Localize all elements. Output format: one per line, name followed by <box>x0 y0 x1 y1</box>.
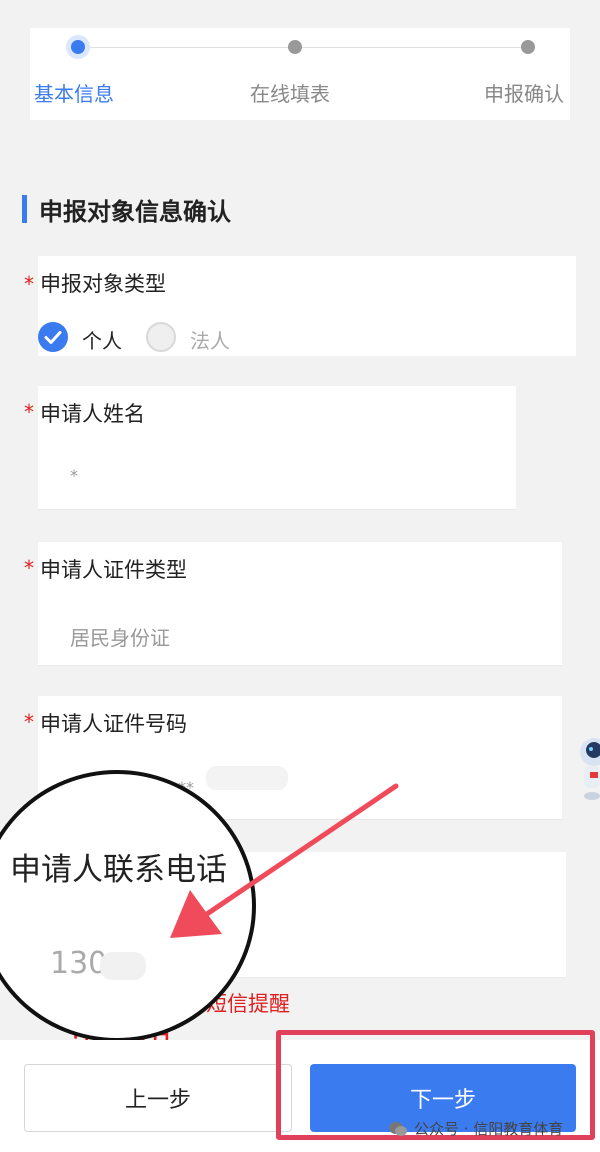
field-label: 申请人证件类型 <box>40 558 187 582</box>
wechat-icon <box>388 1121 408 1137</box>
watermark-text: 公众号 · 信阳教育体育 <box>414 1120 564 1138</box>
step-1-dot <box>71 40 85 54</box>
radio-legal-entity[interactable] <box>146 322 176 352</box>
section-title: 申报对象信息确认 <box>39 197 231 226</box>
field-applicant-type: 申报对象类型 个人 法人 <box>38 256 576 356</box>
field-label: 申报对象类型 <box>40 272 166 296</box>
robot-mascot-icon <box>580 738 600 800</box>
option-individual-label[interactable]: 个人 <box>82 325 122 354</box>
section-header: 申报对象信息确认 <box>22 193 231 226</box>
required-mark: * <box>24 272 34 296</box>
step-3-label: 申报确认 <box>484 82 564 106</box>
previous-step-button[interactable]: 上一步 <box>24 1064 292 1132</box>
step-2-label: 在线填表 <box>250 82 330 106</box>
step-2-dot <box>288 40 302 54</box>
stepper-line <box>78 47 528 48</box>
option-legal-entity-label[interactable]: 法人 <box>190 325 230 354</box>
red-arrow-annotation <box>170 783 399 938</box>
field-id-type: 申请人证件类型 居民身份证 <box>38 542 562 666</box>
watermark: 公众号 · 信阳教育体育 <box>388 1118 563 1139</box>
id-type-select[interactable]: 居民身份证 <box>70 622 170 651</box>
required-mark: * <box>24 710 34 734</box>
step-3-dot <box>521 40 535 54</box>
phone-number-value: 130 <box>50 946 108 981</box>
check-icon <box>44 331 62 344</box>
field-label: 申请人证件号码 <box>40 712 187 736</box>
applicant-name-input[interactable]: * <box>70 466 78 485</box>
field-applicant-name: 申请人姓名 * <box>38 386 516 510</box>
radio-individual[interactable] <box>38 322 68 352</box>
section-accent-bar <box>22 195 27 223</box>
step-1-label: 基本信息 <box>34 82 114 106</box>
required-mark: * <box>24 556 34 580</box>
progress-stepper: 基本信息 在线填表 申报确认 <box>30 28 570 120</box>
field-label: 申请人姓名 <box>40 402 145 426</box>
required-mark: * <box>24 400 34 424</box>
redaction-blur <box>100 952 146 980</box>
